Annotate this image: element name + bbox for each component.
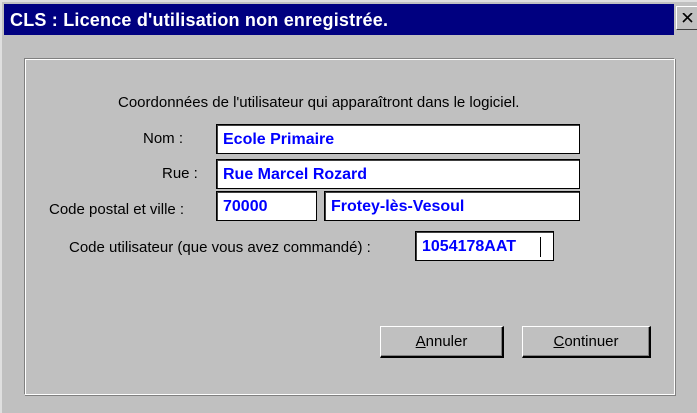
annuler-label: nnuler [425,333,468,350]
code-postal-value: 70000 [223,198,268,215]
code-postal-field[interactable]: 70000 [216,191,317,221]
title-bar[interactable]: CLS : Licence d'utilisation non enregist… [4,4,674,35]
close-icon [682,13,693,23]
ville-field[interactable]: Frotey-lès-Vesoul [324,191,580,221]
code-utilisateur-label: Code utilisateur (que vous avez commandé… [69,239,371,256]
licence-dialog: CLS : Licence d'utilisation non enregist… [0,0,697,413]
continuer-mnemonic: C [553,333,565,350]
nom-value: Ecole Primaire [223,131,335,148]
code-utilisateur-value: 1054178AAT [422,238,516,255]
window-title: CLS : Licence d'utilisation non enregist… [10,10,389,30]
intro-text: Coordonnées de l'utilisateur qui apparaî… [118,94,520,111]
annuler-mnemonic: A [415,333,426,350]
rue-field[interactable]: Rue Marcel Rozard [216,159,580,189]
nom-label: Nom : [143,130,184,147]
text-caret [540,237,541,257]
annuler-button[interactable]: Annuler [380,326,504,358]
nom-field[interactable]: Ecole Primaire [216,124,580,154]
rue-label: Rue : [162,165,198,182]
ville-value: Frotey-lès-Vesoul [331,198,465,215]
continuer-label: ontinuer [564,333,619,350]
rue-value: Rue Marcel Rozard [223,166,368,183]
code-postal-ville-label: Code postal et ville : [49,201,185,218]
code-utilisateur-field[interactable]: 1054178AAT [415,231,554,261]
continuer-button[interactable]: Continuer [522,326,651,358]
close-button[interactable] [676,6,697,30]
